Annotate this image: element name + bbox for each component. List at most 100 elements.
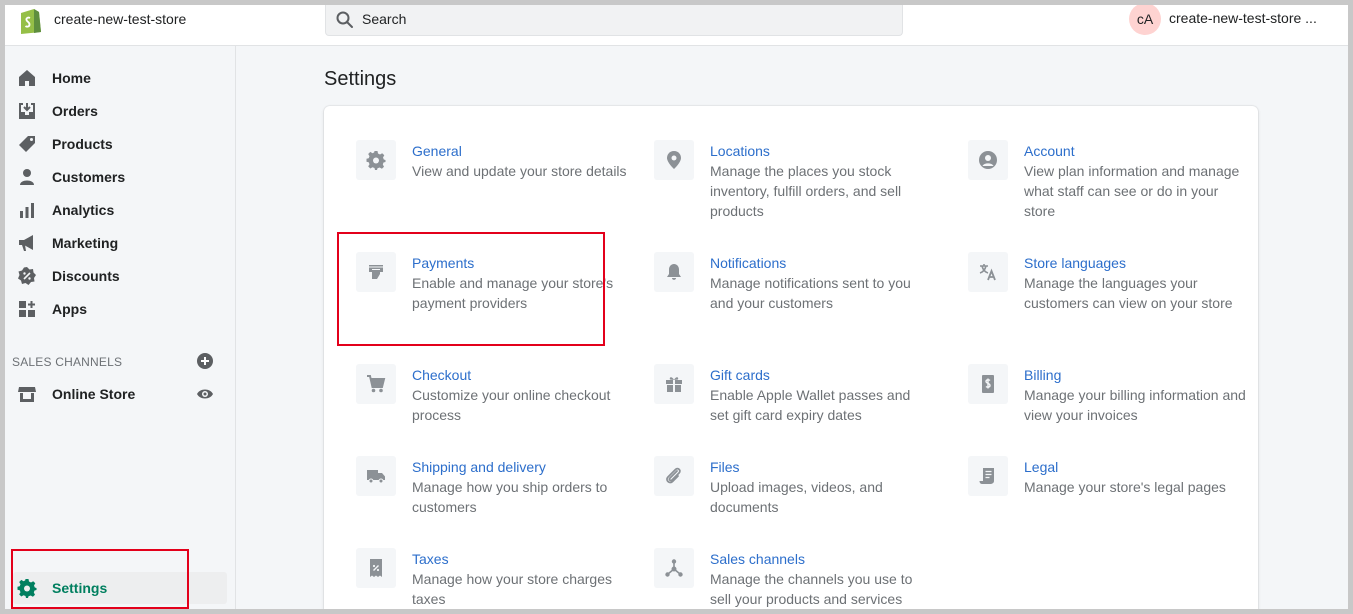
sidebar-item-label: Online Store xyxy=(52,386,136,402)
tile-description: Manage how you ship orders to customers xyxy=(412,479,608,515)
paperclip-icon xyxy=(666,467,681,484)
highlight-box-payments xyxy=(337,232,605,346)
tile-icon-box xyxy=(356,140,396,180)
sidebar-item-label: Discounts xyxy=(52,268,120,284)
sidebar-item-online-store[interactable]: Online Store xyxy=(13,378,227,410)
orders-icon xyxy=(19,103,35,119)
tile-description: Upload images, videos, and documents xyxy=(710,479,883,515)
sidebar-item-apps[interactable]: Apps xyxy=(13,293,227,325)
settings-tile-store-languages[interactable]: Store languages Manage the languages you… xyxy=(968,252,1258,342)
tile-title[interactable]: Files xyxy=(710,457,740,477)
settings-tile-checkout[interactable]: Checkout Customize your online checkout … xyxy=(356,364,646,454)
search-bar[interactable] xyxy=(325,5,903,36)
billing-icon xyxy=(982,375,994,393)
settings-tile-notifications[interactable]: Notifications Manage notifications sent … xyxy=(654,252,944,342)
cart-icon xyxy=(367,375,386,393)
search-input[interactable] xyxy=(362,9,882,29)
tile-description: Manage how your store charges taxes xyxy=(412,571,612,607)
sidebar-item-label: Home xyxy=(52,70,91,86)
gift-icon xyxy=(666,377,682,392)
gear-icon xyxy=(366,151,386,170)
tile-title[interactable]: Store languages xyxy=(1024,253,1126,273)
tile-title[interactable]: Sales channels xyxy=(710,549,805,569)
megaphone-icon xyxy=(19,235,33,251)
sidebar-item-label: Products xyxy=(52,136,113,152)
settings-tile-taxes[interactable]: Taxes Manage how your store charges taxe… xyxy=(356,548,646,609)
sidebar-item-analytics[interactable]: Analytics xyxy=(13,194,227,226)
settings-tile-account[interactable]: Account View plan information and manage… xyxy=(968,140,1258,230)
tile-title[interactable]: Checkout xyxy=(412,365,471,385)
tile-description: View and update your store details xyxy=(412,163,627,179)
tile-description: View plan information and manage what st… xyxy=(1024,163,1240,219)
sidebar-item-orders[interactable]: Orders xyxy=(13,95,227,127)
translate-icon xyxy=(979,264,996,281)
tile-description: Manage the channels you use to sell your… xyxy=(710,571,913,607)
sidebar: Home Orders Products Customers Analytics… xyxy=(5,46,236,609)
tile-title[interactable]: Legal xyxy=(1024,457,1058,477)
tile-description: Customize your online checkout process xyxy=(412,387,611,423)
tile-description: Manage your billing information and view… xyxy=(1024,387,1246,423)
tile-title[interactable]: Taxes xyxy=(412,549,449,569)
tile-description: Manage your store's legal pages xyxy=(1024,479,1226,495)
settings-tile-shipping[interactable]: Shipping and delivery Manage how you shi… xyxy=(356,456,646,546)
settings-tile-files[interactable]: Files Upload images, videos, and documen… xyxy=(654,456,944,546)
settings-tile-sales-channels[interactable]: Sales channels Manage the channels you u… xyxy=(654,548,944,609)
settings-card: General View and update your store detai… xyxy=(324,106,1258,609)
tile-title[interactable]: Locations xyxy=(710,141,770,161)
discount-icon xyxy=(18,267,36,285)
settings-tile-legal[interactable]: Legal Manage your store's legal pages xyxy=(968,456,1258,546)
sidebar-item-label: Apps xyxy=(52,301,87,317)
eye-icon[interactable] xyxy=(196,386,214,402)
tile-icon-box xyxy=(968,252,1008,292)
settings-tile-gift-cards[interactable]: Gift cards Enable Apple Wallet passes an… xyxy=(654,364,944,454)
tile-icon-box xyxy=(356,364,396,404)
sidebar-item-label: Marketing xyxy=(52,235,119,251)
truck-icon xyxy=(367,470,385,484)
sidebar-item-customers[interactable]: Customers xyxy=(13,161,227,193)
tile-title[interactable]: Shipping and delivery xyxy=(412,457,546,477)
sidebar-item-home[interactable]: Home xyxy=(13,62,227,94)
settings-tile-billing[interactable]: Billing Manage your billing information … xyxy=(968,364,1258,454)
tile-icon-box xyxy=(654,140,694,180)
settings-tile-general[interactable]: General View and update your store detai… xyxy=(356,140,646,230)
tile-icon-box xyxy=(654,252,694,292)
avatar[interactable]: cA xyxy=(1129,5,1161,35)
tile-description: Manage the languages your customers can … xyxy=(1024,275,1233,311)
sidebar-item-label: Analytics xyxy=(52,202,115,218)
tile-title[interactable]: Gift cards xyxy=(710,365,770,385)
tile-title[interactable]: Account xyxy=(1024,141,1075,161)
sidebar-item-label: Customers xyxy=(52,169,126,185)
home-icon xyxy=(19,70,35,86)
sidebar-item-products[interactable]: Products xyxy=(13,128,227,160)
legal-icon xyxy=(979,468,994,484)
apps-icon xyxy=(19,301,35,317)
main-content: Settings General View and update your st… xyxy=(236,46,1348,609)
store-name[interactable]: create-new-test-store xyxy=(54,10,186,28)
shopify-logo-icon[interactable] xyxy=(17,5,43,35)
settings-tile-locations[interactable]: Locations Manage the places you stock in… xyxy=(654,140,944,230)
search-icon xyxy=(336,11,353,28)
location-pin-icon xyxy=(667,151,681,169)
app-window: create-new-test-store cA create-new-test… xyxy=(5,5,1348,609)
tag-icon xyxy=(19,136,35,152)
tile-description: Manage notifications sent to you and you… xyxy=(710,275,911,311)
tile-title[interactable]: General xyxy=(412,141,462,161)
tile-icon-box xyxy=(356,548,396,588)
tile-icon-box xyxy=(356,456,396,496)
bar-chart-icon xyxy=(20,203,34,218)
tile-icon-box xyxy=(654,548,694,588)
tile-icon-box xyxy=(654,456,694,496)
tile-title[interactable]: Notifications xyxy=(710,253,786,273)
tile-icon-box xyxy=(968,364,1008,404)
top-bar: create-new-test-store cA create-new-test… xyxy=(5,5,1348,46)
bell-icon xyxy=(667,264,681,280)
plus-circle-icon[interactable] xyxy=(196,352,214,370)
account-icon xyxy=(979,151,997,169)
channels-icon xyxy=(665,559,683,577)
tile-icon-box xyxy=(968,456,1008,496)
tax-icon xyxy=(370,559,382,577)
account-name[interactable]: create-new-test-store ... xyxy=(1169,10,1317,26)
sidebar-item-discounts[interactable]: Discounts xyxy=(13,260,227,292)
tile-title[interactable]: Billing xyxy=(1024,365,1061,385)
sidebar-item-marketing[interactable]: Marketing xyxy=(13,227,227,259)
